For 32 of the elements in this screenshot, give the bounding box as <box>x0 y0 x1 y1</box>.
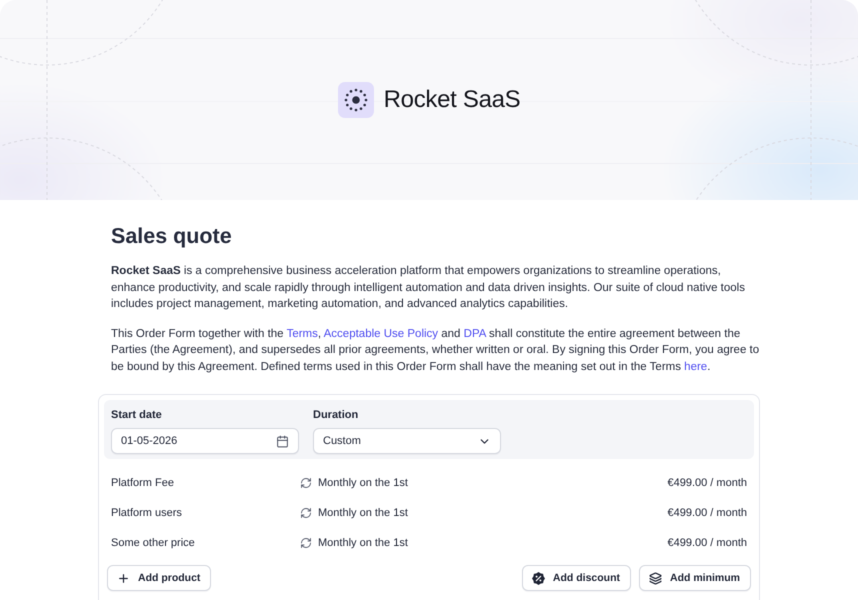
billing-schedule: Monthly on the 1st <box>318 537 408 549</box>
billing-schedule: Monthly on the 1st <box>318 507 408 519</box>
text-link[interactable]: Terms <box>286 328 318 340</box>
intro-paragraph: Rocket SaaS is a comprehensive business acceleration platform that empowers organizations to streamline operations, enhance productivity, and scale rapidly through intelligent automation and data driven insights. Our suite of cloud native tools includes project management, marketing automation, and advanced analytics capabilities. <box>111 264 746 312</box>
agreement-paragraph: This Order Form together with the Terms, Acceptable Use Policy and DPA shall constitute the entire agreement between the Parties (the Agreement), and supersedes all prior agreements, whether written or oral. By signing this Order Form, you agree to be bound by this Agreement. Defined terms used in this Order Form shall have the meaning set out in the Terms here. <box>111 326 760 374</box>
product-name: Platform Fee <box>111 477 175 489</box>
add-button[interactable]: Add product <box>107 565 212 591</box>
text-link[interactable]: here <box>684 360 708 372</box>
page-title: Sales quote <box>111 223 233 249</box>
price: €499.00 / month <box>667 507 747 519</box>
layers-icon <box>649 572 662 584</box>
product-name: Platform users <box>111 507 183 519</box>
calendar-icon <box>276 434 289 448</box>
cycle-arrows-icon <box>300 537 312 549</box>
date-field[interactable]: 01-05-2026 <box>111 428 299 454</box>
field-label: Duration <box>313 408 360 422</box>
percent-badge-icon <box>532 572 545 584</box>
field-label: Start date <box>111 408 163 422</box>
logo-icon <box>338 82 374 118</box>
brand-name: Rocket SaaS <box>384 85 520 115</box>
add-button[interactable]: Add minimum <box>639 565 751 591</box>
cycle-arrows-icon <box>300 507 312 519</box>
billing-schedule: Monthly on the 1st <box>318 477 408 489</box>
price: €499.00 / month <box>667 477 747 489</box>
price: €499.00 / month <box>667 537 747 549</box>
text-link[interactable]: Acceptable Use Policy <box>324 328 438 340</box>
product-name: Some other price <box>111 537 196 549</box>
add-button[interactable]: Add discount <box>522 565 631 591</box>
text-link[interactable]: DPA <box>464 328 486 340</box>
cycle-arrows-icon <box>300 477 312 489</box>
plus-icon <box>117 572 130 584</box>
duration-select[interactable]: Custom <box>313 428 501 454</box>
